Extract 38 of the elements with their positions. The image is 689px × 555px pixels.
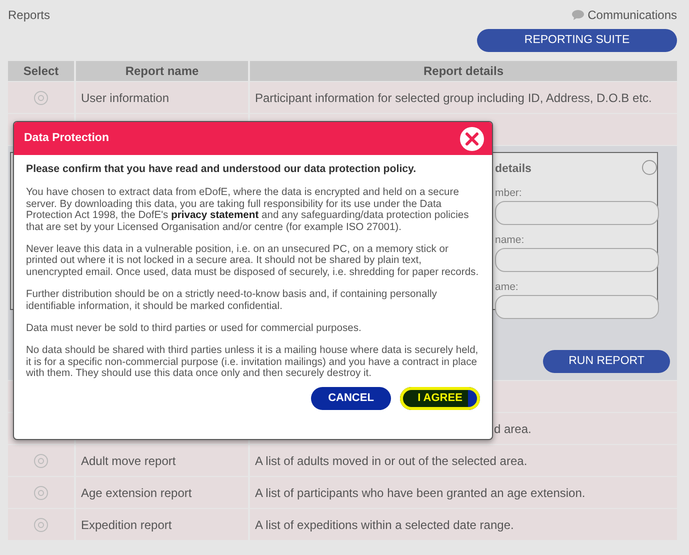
field-label: name:: [495, 234, 526, 246]
table-cell: A list of expeditions within a selected date range.: [250, 509, 677, 540]
input-field[interactable]: [495, 295, 659, 320]
paragraph: Never leave this data in a vulnerable position, i.e. on an unsecured PC, on a memory stick or printed out where it is not locked in a secure area. It should not be shared by plain text, unencrypted email. Once used, data must be disposed of securely, i.e. shredding for paper records.: [26, 244, 480, 278]
input-field[interactable]: [495, 201, 659, 226]
column-header: Report name: [76, 61, 248, 81]
radio-button[interactable]: [34, 518, 48, 532]
page-title: Reports: [8, 7, 50, 24]
radio-button[interactable]: [34, 90, 48, 104]
close-icon[interactable]: [460, 126, 484, 150]
radio-button[interactable]: [642, 160, 657, 175]
paragraph: Data must never be sold to third parties or used for commercial purposes.: [26, 323, 362, 334]
radio-button[interactable]: [34, 486, 48, 500]
field-label: mber:: [495, 187, 523, 200]
paragraph: No data should be shared with third parties unless it is a mailing house where data is securely held, it is for a specific non-commercial purpose (i.e. invitation mailings) and you have a contract in place with them. They should use this data once only and then securely destroy it.: [26, 345, 480, 380]
table-cell: A list of adults moved in or out of the selected area.: [250, 445, 677, 476]
reporting-suite-button[interactable]: REPORTING SUITE: [477, 29, 677, 52]
cancel-button[interactable]: CANCEL: [311, 386, 391, 410]
field-label: ame:: [495, 281, 520, 294]
box-title: details: [495, 163, 532, 175]
table-cell: User information: [76, 82, 248, 113]
input-field[interactable]: [495, 248, 659, 272]
paragraph: Further distribution should be on a strictly need-to-know basis and, if containing personally identifiable information, it should be marked confidential.: [26, 289, 438, 312]
table-cell: A list of participants who have been granted an age extension.: [250, 477, 677, 508]
paragraph: You have chosen to extract data from eDofE, where the data is encrypted and held on a secure server. By downloading this data, you are taking full responsibility for its use under the Data Protection Act 1998, the DofE's privacy statement and any safeguarding/data protection policies that are set by your Licensed Organisation and/or centre (for example ISO 27001).: [26, 187, 470, 234]
column-header: Select: [8, 61, 74, 81]
table-cell: Participant information for selected group including ID, Address, D.O.B etc.: [250, 82, 677, 113]
radio-button[interactable]: [34, 454, 48, 468]
speech-bubble-icon: [572, 10, 584, 20]
column-header: Report details: [250, 61, 677, 81]
run-report-button[interactable]: RUN REPORT: [543, 350, 670, 373]
table-cell: Adult move report: [76, 445, 248, 476]
communications-link[interactable]: Communications: [588, 6, 677, 24]
agree-button[interactable]: I AGREE: [400, 386, 480, 410]
modal-title: Data Protection: [24, 130, 109, 146]
lead-text: Please confirm that you have read and understood our data protection policy.: [26, 164, 418, 176]
table-cell: Expedition report: [76, 509, 248, 540]
table-cell: Age extension report: [76, 477, 248, 508]
